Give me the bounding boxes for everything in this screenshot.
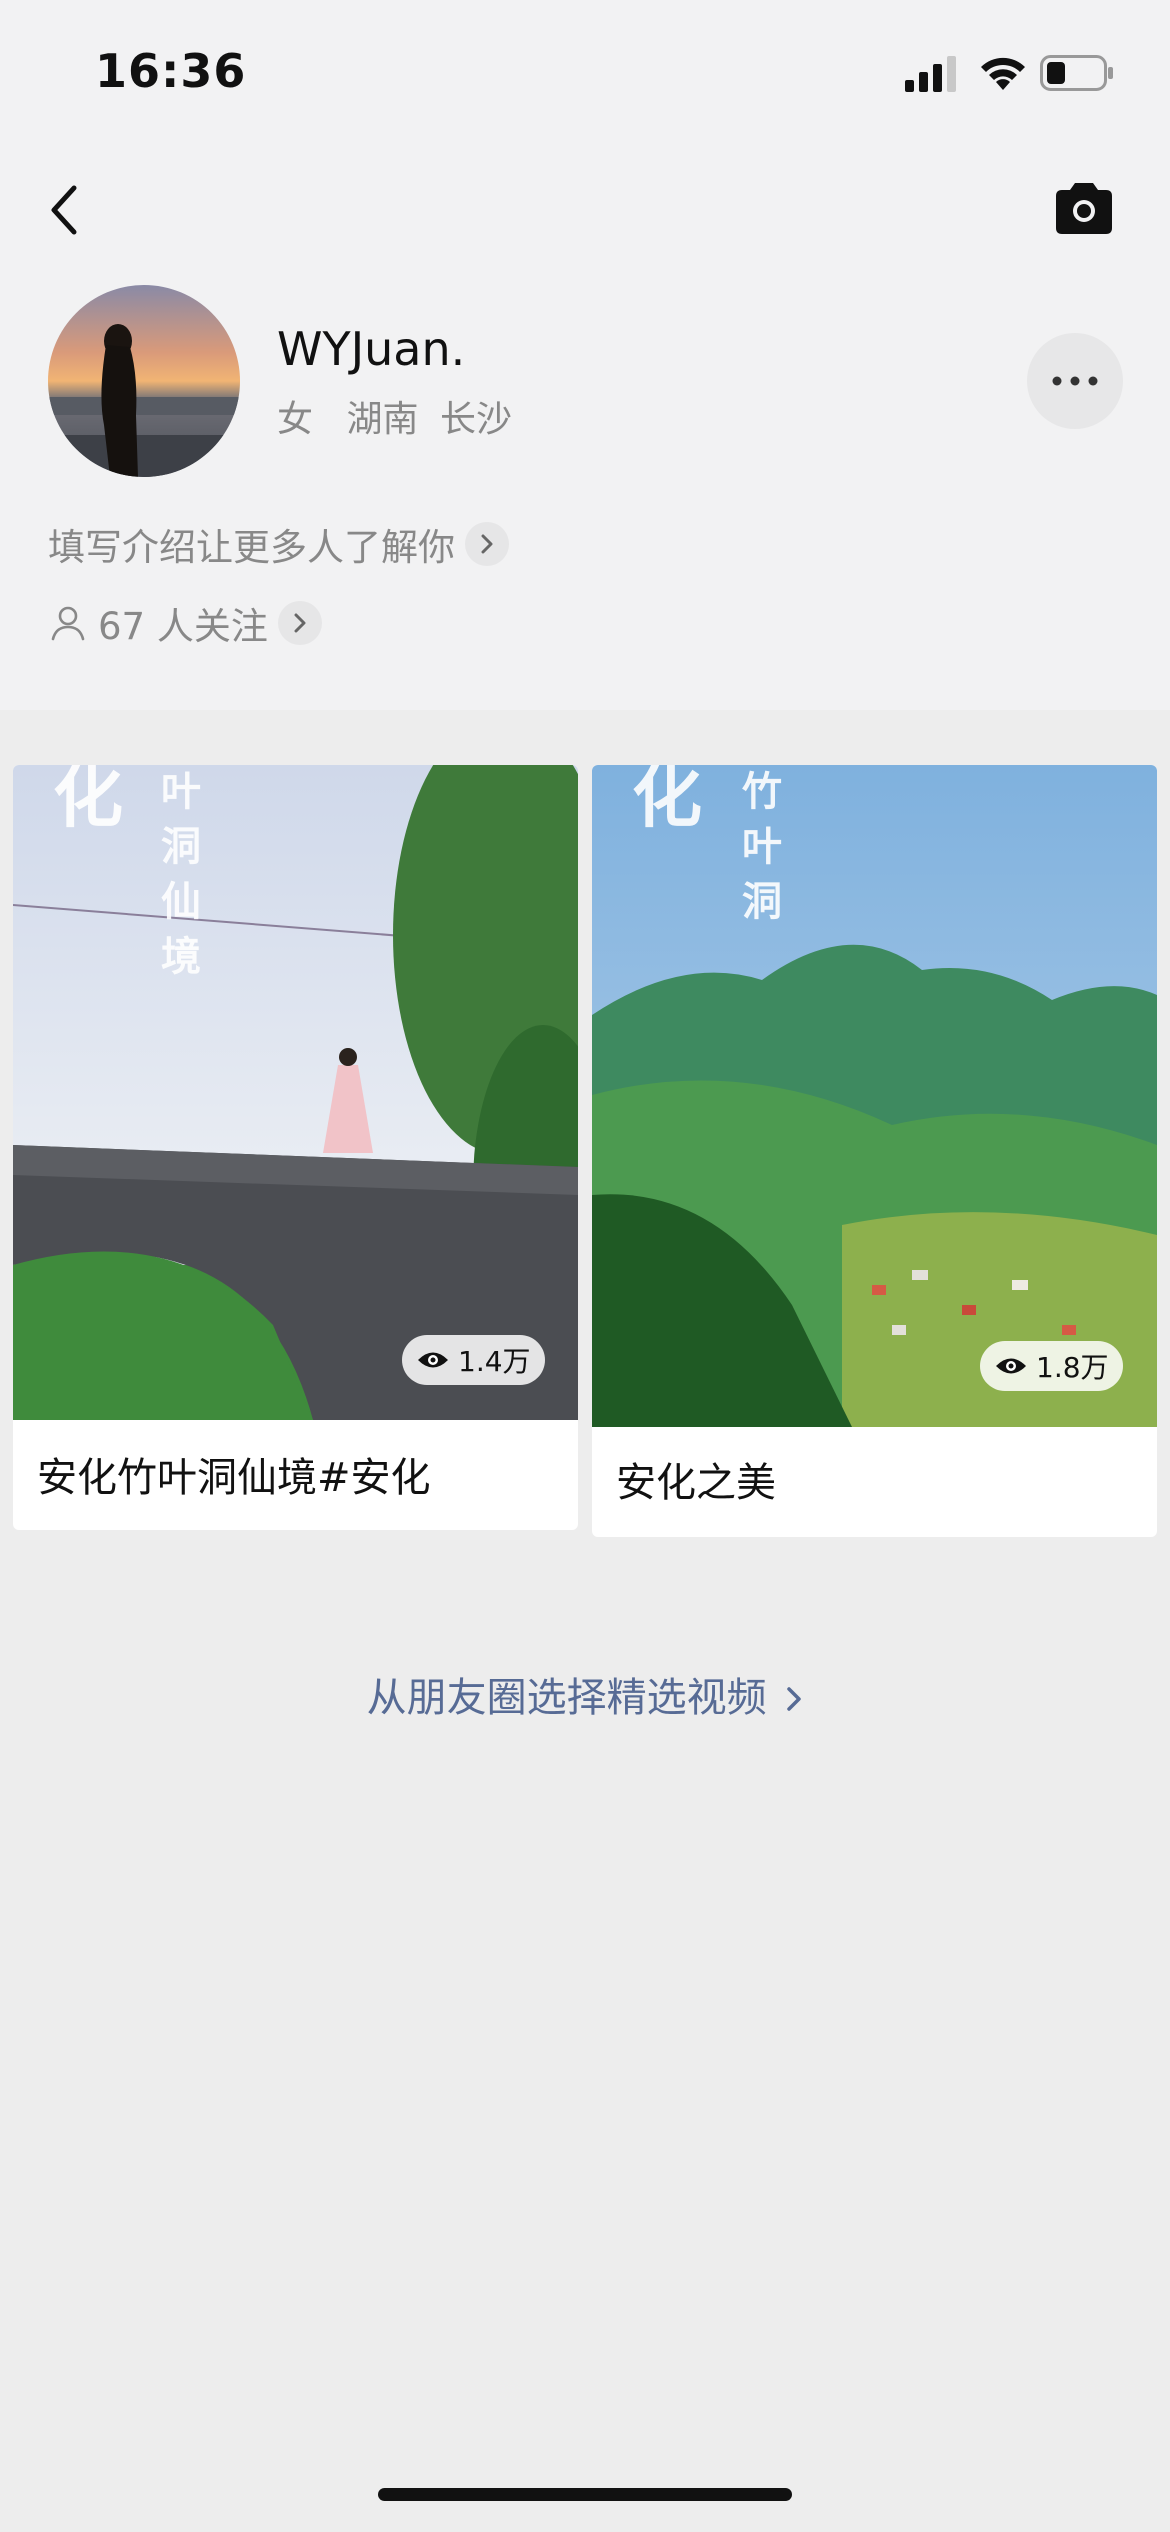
battery-icon bbox=[1040, 55, 1113, 91]
svg-text:叶: 叶 bbox=[161, 768, 201, 815]
gender: 女 bbox=[277, 399, 314, 440]
video-title: 安化之美 bbox=[616, 1460, 776, 1506]
views-badge: 1.4万 bbox=[402, 1335, 545, 1385]
svg-text:洞: 洞 bbox=[161, 823, 201, 870]
status-time: 16:36 bbox=[95, 44, 247, 98]
chevron-right-icon bbox=[277, 601, 322, 645]
select-link-label: 从朋友圈选择精选视频 bbox=[366, 1675, 767, 1721]
svg-text:竹: 竹 bbox=[742, 768, 782, 815]
back-icon[interactable] bbox=[40, 180, 90, 240]
svg-text:仙: 仙 bbox=[161, 878, 201, 925]
svg-text:化: 化 bbox=[53, 765, 123, 837]
video-card[interactable]: 化 叶 洞 仙 境 1.4万 安化竹叶洞仙境#安化 bbox=[13, 765, 578, 1530]
video-thumbnail: 化 叶 洞 仙 境 bbox=[13, 765, 578, 1420]
chevron-right-icon bbox=[465, 522, 509, 566]
views-count: 1.4万 bbox=[458, 1345, 531, 1378]
camera-icon[interactable] bbox=[1052, 180, 1116, 236]
svg-text:化: 化 bbox=[632, 765, 702, 837]
home-indicator bbox=[378, 2488, 792, 2501]
video-title: 安化竹叶洞仙境#安化 bbox=[37, 1455, 431, 1501]
eye-icon bbox=[418, 1352, 448, 1368]
avatar-image bbox=[48, 285, 240, 477]
wifi-icon bbox=[981, 57, 1025, 90]
video-thumbnail: 化 竹 叶 洞 bbox=[592, 765, 1157, 1427]
region-province: 湖南 bbox=[346, 399, 419, 440]
chevron-right-icon bbox=[787, 1687, 802, 1711]
username: WYJuan. bbox=[277, 322, 466, 376]
svg-text:叶: 叶 bbox=[742, 823, 782, 870]
intro-prompt[interactable]: 填写介绍让更多人了解你 bbox=[48, 517, 509, 571]
nav-bar bbox=[0, 160, 1170, 250]
profile-meta: 女 湖南 长沙 bbox=[277, 390, 534, 442]
eye-icon bbox=[996, 1358, 1026, 1374]
ellipsis-icon bbox=[1052, 376, 1098, 386]
video-card[interactable]: 化 竹 叶 洞 1.8万 安化之美 bbox=[592, 765, 1157, 1537]
svg-text:境: 境 bbox=[161, 933, 201, 980]
signal-icon bbox=[905, 56, 956, 92]
svg-text:洞: 洞 bbox=[742, 878, 782, 925]
select-featured-video-link[interactable]: 从朋友圈选择精选视频 bbox=[0, 1665, 1170, 1723]
followers-count: 67 人关注 bbox=[98, 605, 268, 648]
more-button[interactable] bbox=[1027, 333, 1123, 429]
person-icon bbox=[51, 606, 85, 641]
region-city: 长沙 bbox=[439, 399, 512, 440]
intro-text: 填写介绍让更多人了解你 bbox=[48, 526, 455, 569]
views-badge: 1.8万 bbox=[980, 1341, 1123, 1391]
status-bar: 16:36 bbox=[0, 0, 1170, 150]
avatar[interactable] bbox=[48, 285, 240, 477]
views-count: 1.8万 bbox=[1036, 1351, 1109, 1384]
followers-row[interactable]: 67 人关注 bbox=[48, 596, 322, 650]
